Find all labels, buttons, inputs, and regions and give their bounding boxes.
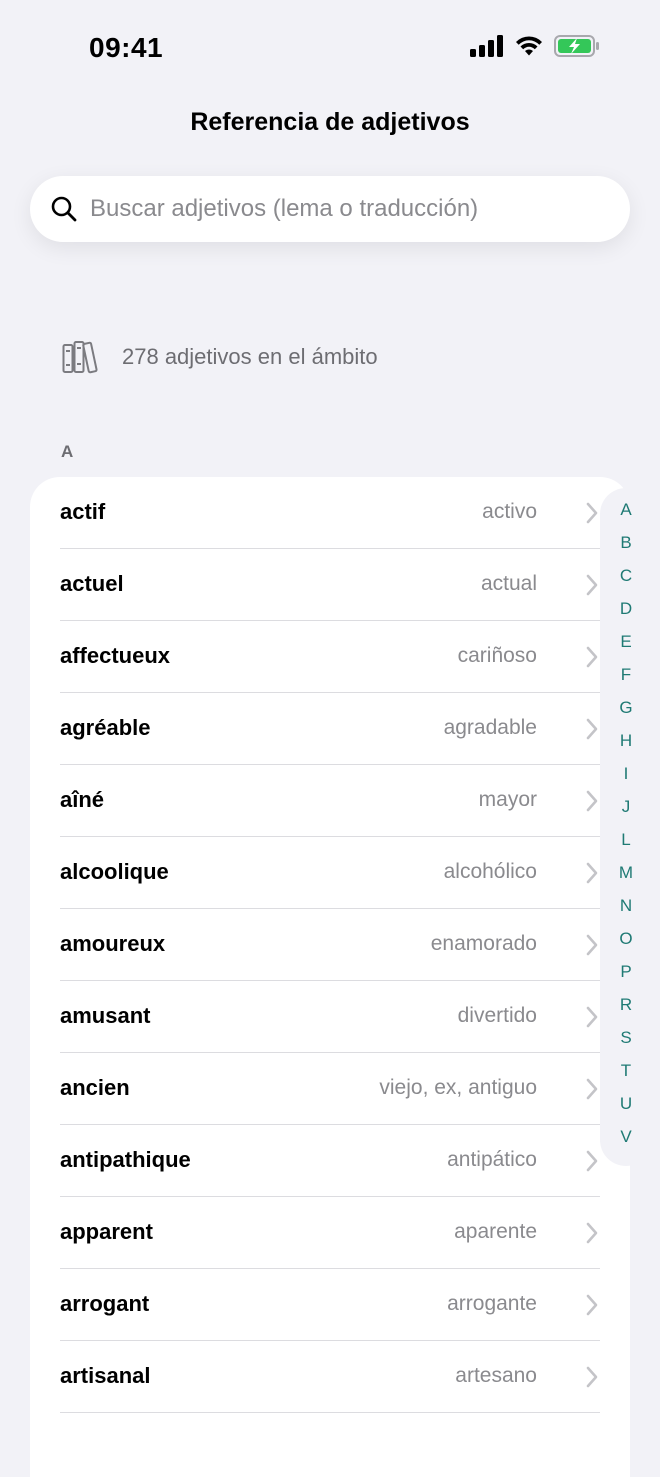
index-letter[interactable]: I (600, 764, 652, 784)
adjective-lemma: ancien (60, 1075, 130, 1100)
list-item[interactable]: amusant divertido (60, 981, 630, 1053)
index-letter[interactable]: S (600, 1028, 652, 1048)
wifi-icon (514, 35, 544, 57)
adjective-lemma: actif (60, 499, 106, 524)
row-divider (60, 1412, 600, 1413)
list-item[interactable]: arrogant arrogante (60, 1269, 630, 1341)
chevron-right-icon (585, 646, 599, 668)
adjective-translation: viejo, ex, antiguo (379, 1076, 537, 1099)
list-item[interactable]: aîné mayor (60, 765, 630, 837)
chevron-right-icon (585, 1006, 599, 1028)
chevron-right-icon (585, 502, 599, 524)
list-item[interactable]: artisanal artesano (60, 1341, 630, 1413)
list-item[interactable]: actif activo (60, 477, 630, 549)
status-time: 09:41 (89, 32, 164, 63)
list-item[interactable]: alcoolique alcohólico (60, 837, 630, 909)
adjective-lemma: affectueux (60, 643, 171, 668)
status-bar: 09:41 (0, 0, 660, 96)
page-title: Referencia de adjetivos (190, 108, 470, 136)
index-letter[interactable]: G (600, 698, 652, 718)
list-item[interactable]: antipathique antipático (60, 1125, 630, 1197)
index-letter[interactable]: V (600, 1127, 652, 1147)
adjective-translation: actual (480, 572, 537, 595)
index-letter[interactable]: B (600, 533, 652, 553)
chevron-right-icon (585, 934, 599, 956)
adjective-lemma: amusant (60, 1003, 151, 1028)
index-letter[interactable]: N (600, 896, 652, 916)
adjective-translation: mayor (478, 788, 537, 811)
index-letter[interactable]: D (600, 599, 652, 619)
index-letter[interactable]: L (600, 830, 652, 850)
adjective-lemma: aîné (60, 787, 105, 812)
adjective-translation: aparente (454, 1220, 537, 1243)
list-item[interactable]: amoureux enamorado (60, 909, 630, 981)
index-letter[interactable]: T (600, 1061, 652, 1081)
adjective-count: 278 adjetivos en el ámbito (122, 344, 378, 369)
search-icon (50, 195, 78, 223)
index-letter[interactable]: O (600, 929, 652, 949)
chevron-right-icon (585, 790, 599, 812)
index-letter[interactable]: P (600, 962, 652, 982)
adjective-translation: artesano (455, 1364, 537, 1387)
chevron-right-icon (585, 1078, 599, 1100)
adjective-translation: arrogante (447, 1292, 537, 1315)
adjective-lemma: antipathique (60, 1147, 191, 1172)
adjective-lemma: actuel (60, 571, 124, 596)
adjective-count-row: 278 adjetivos en el ámbito (62, 340, 378, 374)
index-letter[interactable]: R (600, 995, 652, 1015)
index-letter[interactable]: C (600, 566, 652, 586)
search-bar[interactable] (30, 176, 630, 242)
list-item[interactable]: ancien viejo, ex, antiguo (60, 1053, 630, 1125)
index-letter[interactable]: F (600, 665, 652, 685)
index-letter[interactable]: U (600, 1094, 652, 1114)
chevron-right-icon (585, 1366, 599, 1388)
adjective-translation: antipático (447, 1148, 537, 1171)
adjective-lemma: agréable (60, 715, 151, 740)
battery-charging-icon (554, 35, 600, 57)
adjective-translation: alcohólico (443, 860, 537, 883)
index-letter[interactable]: J (600, 797, 652, 817)
cellular-signal-icon (470, 35, 504, 57)
chevron-right-icon (585, 862, 599, 884)
adjective-lemma: amoureux (60, 931, 166, 956)
adjective-translation: cariñoso (457, 644, 537, 667)
list-item[interactable]: agréable agradable (60, 693, 630, 765)
adjective-translation: activo (482, 500, 537, 523)
adjective-lemma: alcoolique (60, 859, 169, 884)
adjective-lemma: arrogant (60, 1291, 150, 1316)
index-letter[interactable]: A (600, 500, 652, 520)
alphabet-index[interactable]: ABCDEFGHIJLMNOPRSTUV (600, 488, 652, 1166)
list-item[interactable]: apparent aparente (60, 1197, 630, 1269)
adjective-lemma: apparent (60, 1219, 153, 1244)
status-icons (470, 35, 600, 57)
chevron-right-icon (585, 1150, 599, 1172)
section-header-a: A (61, 442, 74, 461)
search-input[interactable] (90, 189, 610, 229)
chevron-right-icon (585, 1294, 599, 1316)
adjective-list: actif activo actuel actual affectueux cariños… (30, 477, 630, 1477)
chevron-right-icon (585, 574, 599, 596)
chevron-right-icon (585, 1222, 599, 1244)
adjective-translation: enamorado (430, 932, 537, 955)
index-letter[interactable]: E (600, 632, 652, 652)
chevron-right-icon (585, 718, 599, 740)
index-letter[interactable]: H (600, 731, 652, 751)
index-letter[interactable]: M (600, 863, 652, 883)
list-item[interactable]: actuel actual (60, 549, 630, 621)
books-icon (62, 340, 100, 374)
list-item[interactable]: affectueux cariñoso (60, 621, 630, 693)
adjective-lemma: artisanal (60, 1363, 151, 1388)
adjective-translation: divertido (457, 1004, 537, 1027)
adjective-translation: agradable (443, 716, 537, 739)
